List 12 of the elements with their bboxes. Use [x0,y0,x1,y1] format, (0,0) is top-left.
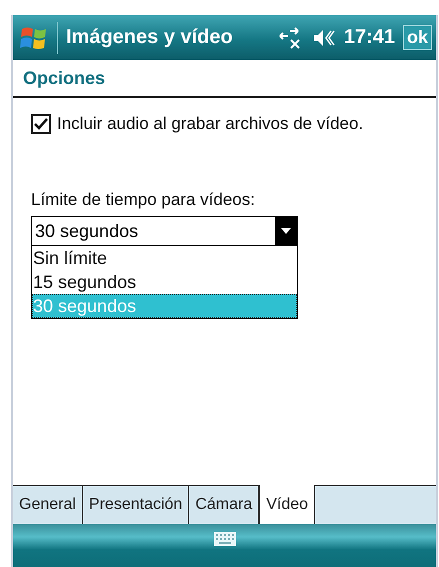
clock-time: 17:41 [344,26,395,49]
keyboard-icon[interactable] [214,532,236,546]
checkbox[interactable] [31,114,51,134]
dropdown[interactable]: 30 segundos [31,216,298,246]
window-title: Imágenes y vídeo [66,26,234,49]
field-label: Límite de tiempo para vídeos: [31,190,256,210]
tab[interactable]: Vídeo [259,485,316,524]
dropdown-option[interactable]: Sin límite [32,246,297,270]
section-title: Opciones [23,68,106,88]
checkbox-label: Incluir audio al grabar archivos de vídeo. [57,114,364,134]
dropdown-option[interactable]: 15 segundos [32,270,297,294]
caret-icon [281,228,291,234]
